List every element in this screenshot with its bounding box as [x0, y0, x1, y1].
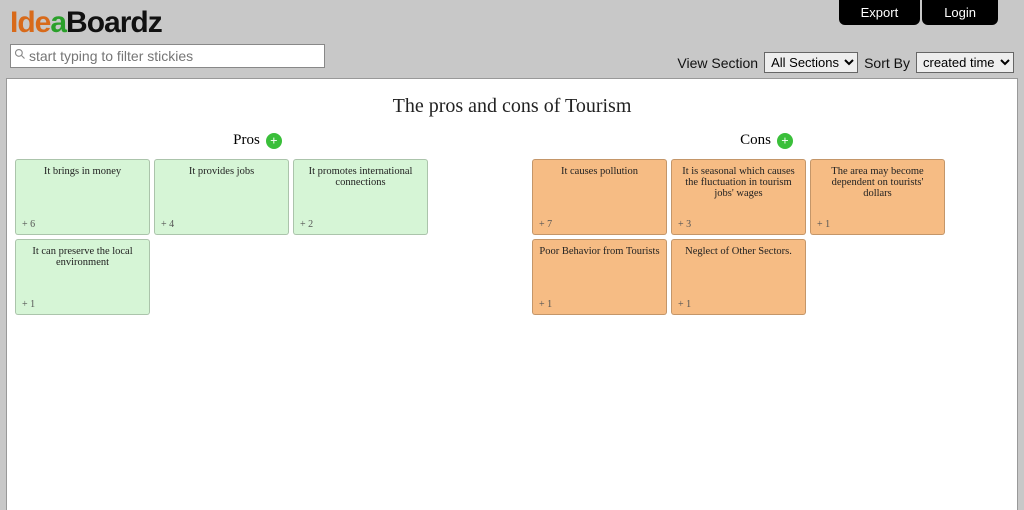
- sticky-card[interactable]: It can preserve the local environment + …: [15, 239, 150, 315]
- sticky-text: The area may become dependent on tourist…: [817, 166, 938, 199]
- brand-letter: a: [50, 6, 66, 39]
- login-button[interactable]: Login: [922, 0, 998, 25]
- sticky-card[interactable]: It is seasonal which causes the fluctuat…: [671, 159, 806, 235]
- view-section-select[interactable]: All Sections: [764, 52, 858, 73]
- view-section-label: View Section: [677, 55, 758, 71]
- sticky-card[interactable]: Neglect of Other Sectors. + 1: [671, 239, 806, 315]
- column-header-pros: Pros +: [13, 132, 502, 149]
- board: The pros and cons of Tourism Pros + It b…: [6, 78, 1018, 510]
- sticky-card[interactable]: Poor Behavior from Tourists + 1: [532, 239, 667, 315]
- view-controls: View Section All Sections Sort By create…: [677, 52, 1014, 73]
- sticky-text: It is seasonal which causes the fluctuat…: [678, 166, 799, 199]
- sticky-text: Neglect of Other Sectors.: [678, 246, 799, 257]
- column-label: Pros: [233, 132, 260, 149]
- sticky-text: It promotes international connections: [300, 166, 421, 188]
- vote-count: + 1: [678, 299, 691, 310]
- sticky-text: It causes pollution: [539, 166, 660, 177]
- vote-count: + 2: [300, 219, 313, 230]
- vote-count: + 1: [817, 219, 830, 230]
- sticky-card[interactable]: It provides jobs + 4: [154, 159, 289, 235]
- sticky-card[interactable]: It promotes international connections + …: [293, 159, 428, 235]
- brand-logo[interactable]: IdeaBoardz: [10, 6, 162, 40]
- columns: Pros + It brings in money + 6 It provide…: [13, 132, 1011, 315]
- sticky-card[interactable]: It brings in money + 6: [15, 159, 150, 235]
- sticky-card[interactable]: It causes pollution + 7: [532, 159, 667, 235]
- brand-letter: d: [17, 6, 34, 39]
- board-title: The pros and cons of Tourism: [13, 95, 1011, 118]
- sticky-text: It provides jobs: [161, 166, 282, 177]
- vote-count: + 4: [161, 219, 174, 230]
- sort-by-select[interactable]: created time: [916, 52, 1014, 73]
- vote-count: + 1: [539, 299, 552, 310]
- sticky-card[interactable]: The area may become dependent on tourist…: [810, 159, 945, 235]
- app-header: Export Login IdeaBoardz View Section All…: [0, 0, 1024, 78]
- vote-count: + 3: [678, 219, 691, 230]
- top-actions: Export Login: [837, 0, 998, 25]
- export-button[interactable]: Export: [839, 0, 921, 25]
- plus-icon[interactable]: +: [266, 133, 282, 149]
- vote-count: + 6: [22, 219, 35, 230]
- vote-count: + 7: [539, 219, 552, 230]
- cards-cons: It causes pollution + 7 It is seasonal w…: [522, 159, 1011, 315]
- plus-icon[interactable]: +: [777, 133, 793, 149]
- column-header-cons: Cons +: [522, 132, 1011, 149]
- column-cons: Cons + It causes pollution + 7 It is sea…: [522, 132, 1011, 315]
- sticky-text: Poor Behavior from Tourists: [539, 246, 660, 257]
- sort-by-label: Sort By: [864, 55, 910, 71]
- sticky-text: It brings in money: [22, 166, 143, 177]
- brand-rest: Boardz: [66, 6, 162, 39]
- vote-count: + 1: [22, 299, 35, 310]
- filter-input[interactable]: [10, 44, 325, 68]
- sticky-text: It can preserve the local environment: [22, 246, 143, 268]
- column-pros: Pros + It brings in money + 6 It provide…: [13, 132, 502, 315]
- column-label: Cons: [740, 132, 771, 149]
- cards-pros: It brings in money + 6 It provides jobs …: [13, 159, 502, 315]
- brand-letter: e: [35, 6, 51, 39]
